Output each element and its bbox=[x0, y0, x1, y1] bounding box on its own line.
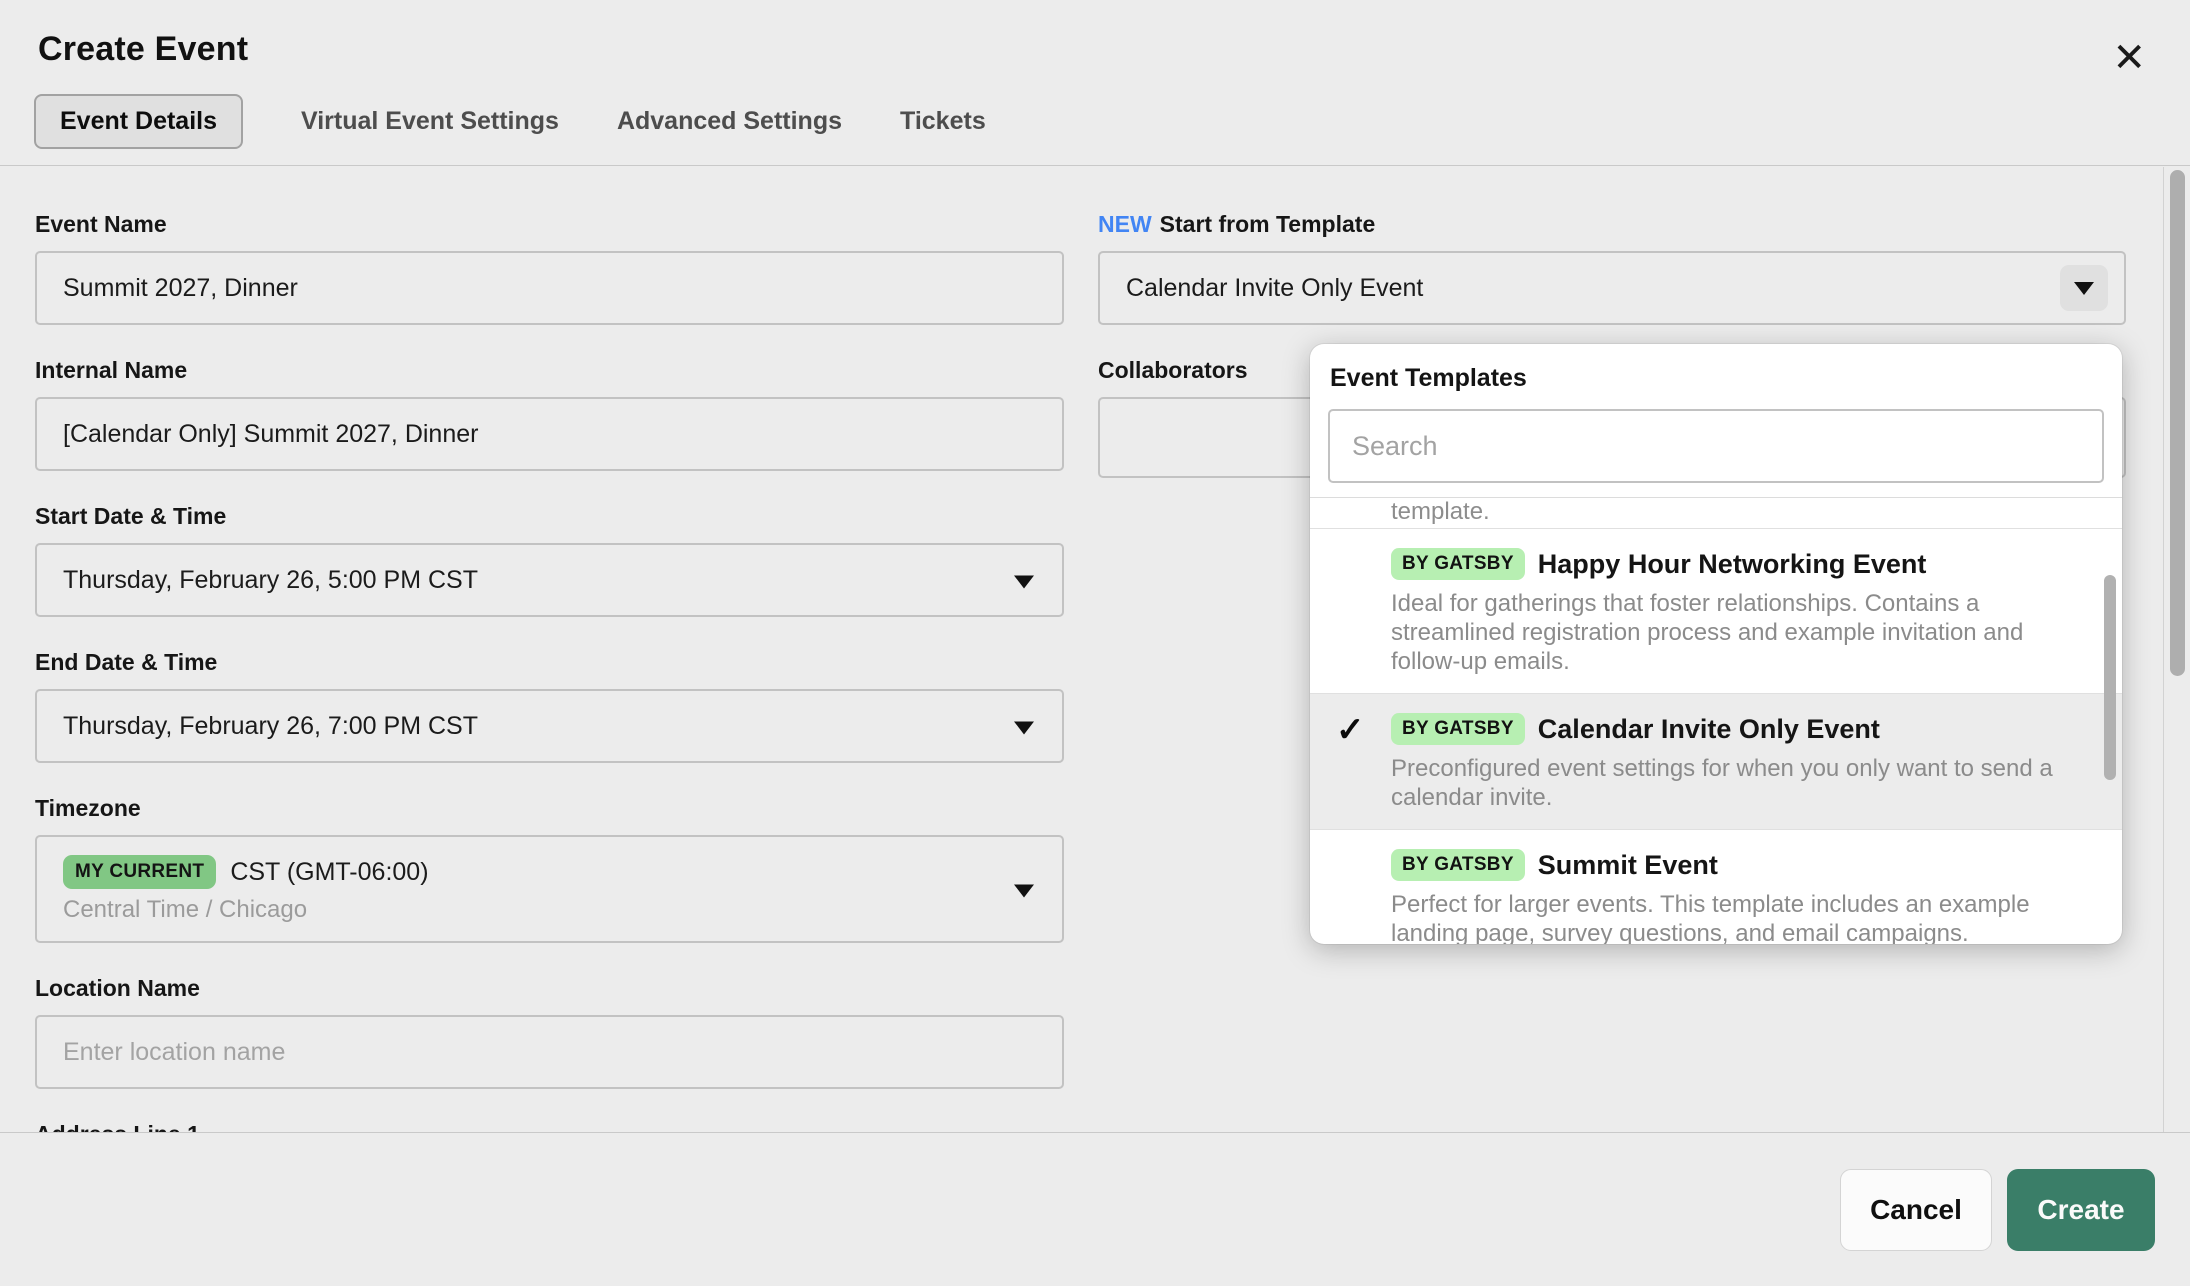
by-gatsby-badge: BY GATSBY bbox=[1391, 849, 1525, 881]
template-list: template. BY GATSBY Happy Hour Networkin… bbox=[1310, 497, 2122, 944]
tab-tickets[interactable]: Tickets bbox=[900, 107, 986, 136]
end-datetime-label: End Date & Time bbox=[35, 649, 1064, 676]
create-button[interactable]: Create bbox=[2007, 1169, 2155, 1251]
tab-bar: Event Details Virtual Event Settings Adv… bbox=[34, 94, 986, 149]
modal-header: Create Event ✕ Event Details Virtual Eve… bbox=[0, 0, 2190, 166]
start-datetime-label: Start Date & Time bbox=[35, 503, 1064, 530]
location-name-field[interactable]: Enter location name bbox=[35, 1015, 1064, 1089]
tab-event-details[interactable]: Event Details bbox=[34, 94, 243, 149]
event-name-value: Summit 2027, Dinner bbox=[63, 274, 298, 303]
tab-virtual-event-settings[interactable]: Virtual Event Settings bbox=[301, 107, 559, 136]
template-item-description: Preconfigured event settings for when yo… bbox=[1391, 754, 2080, 812]
internal-name-label: Internal Name bbox=[35, 357, 1064, 384]
template-caret-button[interactable] bbox=[2060, 265, 2108, 311]
chevron-down-icon bbox=[2074, 282, 2094, 295]
template-item-title: Summit Event bbox=[1538, 850, 1718, 881]
internal-name-field[interactable]: [Calendar Only] Summit 2027, Dinner bbox=[35, 397, 1064, 471]
close-icon[interactable]: ✕ bbox=[2112, 38, 2146, 78]
start-datetime-value: Thursday, February 26, 5:00 PM CST bbox=[63, 566, 478, 595]
template-item-title: Happy Hour Networking Event bbox=[1538, 549, 1927, 580]
end-datetime-select[interactable]: Thursday, February 26, 7:00 PM CST bbox=[35, 689, 1064, 763]
location-name-placeholder: Enter location name bbox=[63, 1038, 285, 1067]
modal-footer: Cancel Create bbox=[0, 1132, 2190, 1286]
check-icon: ✓ bbox=[1336, 710, 1365, 750]
end-datetime-value: Thursday, February 26, 7:00 PM CST bbox=[63, 712, 478, 741]
by-gatsby-badge: BY GATSBY bbox=[1391, 548, 1525, 580]
template-item-partial[interactable]: template. bbox=[1310, 498, 2122, 529]
event-templates-popup: Event Templates Search template. BY GATS… bbox=[1310, 344, 2122, 944]
start-from-template-label: NEWStart from Template bbox=[1098, 211, 2126, 238]
popup-scrollbar-thumb[interactable] bbox=[2104, 575, 2116, 780]
template-search-placeholder: Search bbox=[1352, 431, 1438, 462]
timezone-secondary: Central Time / Chicago bbox=[63, 896, 307, 924]
cancel-button[interactable]: Cancel bbox=[1840, 1169, 1992, 1251]
modal-scrollbar-thumb[interactable] bbox=[2170, 170, 2185, 676]
by-gatsby-badge: BY GATSBY bbox=[1391, 713, 1525, 745]
address-line1-label: Address Line 1 bbox=[35, 1121, 1064, 1132]
form-left-column: Event Name Summit 2027, Dinner Internal … bbox=[35, 167, 1064, 1132]
template-select-value: Calendar Invite Only Event bbox=[1126, 274, 1423, 303]
timezone-select[interactable]: MY CURRENT CST (GMT-06:00) Central Time … bbox=[35, 835, 1064, 943]
template-item-description: Ideal for gatherings that foster relatio… bbox=[1391, 589, 2080, 676]
chevron-down-icon bbox=[1014, 721, 1034, 734]
popup-title: Event Templates bbox=[1330, 364, 2122, 393]
timezone-value: CST (GMT-06:00) bbox=[230, 858, 428, 887]
template-item-title: Calendar Invite Only Event bbox=[1538, 714, 1880, 745]
location-name-label: Location Name bbox=[35, 975, 1064, 1002]
template-item-happy-hour[interactable]: BY GATSBY Happy Hour Networking Event Id… bbox=[1310, 529, 2122, 694]
event-name-label: Event Name bbox=[35, 211, 1064, 238]
template-search-input[interactable]: Search bbox=[1328, 409, 2104, 483]
timezone-label: Timezone bbox=[35, 795, 1064, 822]
chevron-down-icon bbox=[1014, 884, 1034, 897]
template-item-calendar-invite-only[interactable]: ✓ BY GATSBY Calendar Invite Only Event P… bbox=[1310, 694, 2122, 830]
my-current-badge: MY CURRENT bbox=[63, 855, 216, 889]
template-item-description: Perfect for larger events. This template… bbox=[1391, 890, 2080, 944]
new-flag: NEW bbox=[1098, 211, 1152, 237]
tab-advanced-settings[interactable]: Advanced Settings bbox=[617, 107, 842, 136]
start-datetime-select[interactable]: Thursday, February 26, 5:00 PM CST bbox=[35, 543, 1064, 617]
template-item-summit[interactable]: BY GATSBY Summit Event Perfect for large… bbox=[1310, 830, 2122, 944]
page-title: Create Event bbox=[38, 30, 248, 69]
event-name-field[interactable]: Summit 2027, Dinner bbox=[35, 251, 1064, 325]
start-from-template-select[interactable]: Calendar Invite Only Event bbox=[1098, 251, 2126, 325]
chevron-down-icon bbox=[1014, 575, 1034, 588]
internal-name-value: [Calendar Only] Summit 2027, Dinner bbox=[63, 420, 478, 449]
